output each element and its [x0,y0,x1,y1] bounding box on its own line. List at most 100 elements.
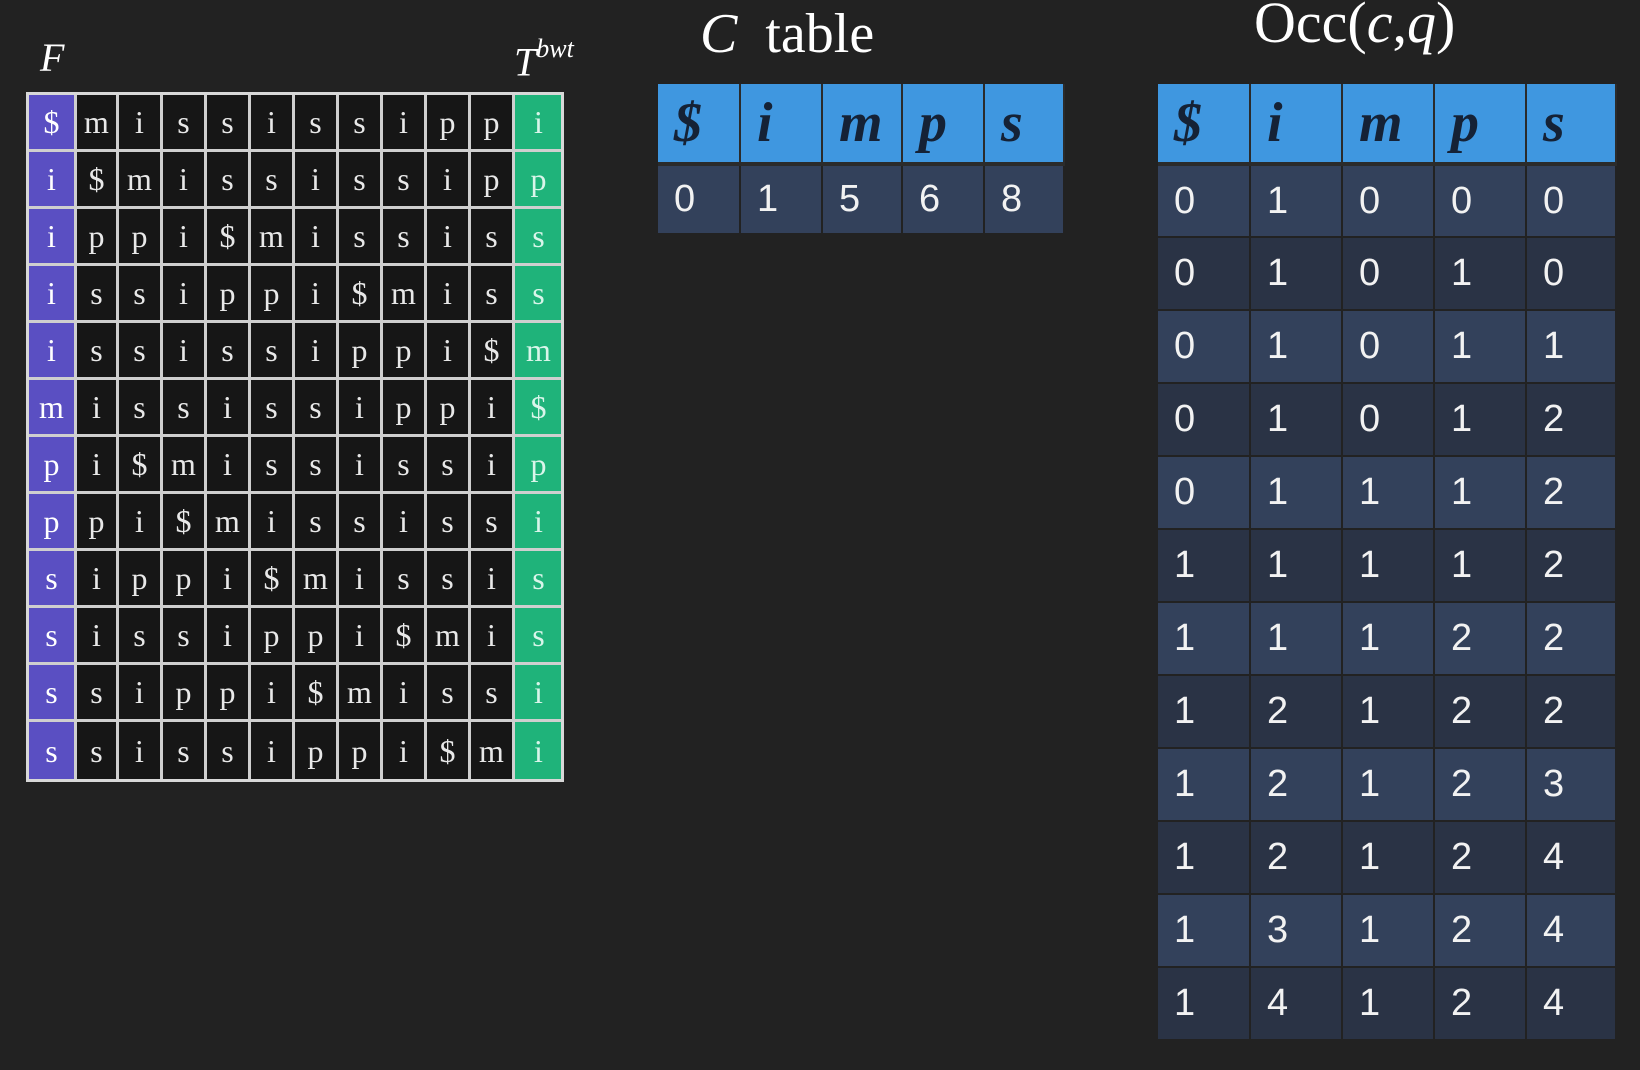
matrix-cell: $ [207,209,251,266]
occ-table-cell: 0 [1434,164,1527,238]
occ-table-cell: 1 [1434,383,1527,457]
matrix-cell: m [163,437,207,494]
matrix-f-cell: s [29,665,77,722]
matrix-cell: $ [427,722,471,779]
matrix-cell: s [119,380,163,437]
t-bwt-label-superscript: bwt [536,34,574,63]
matrix-cell: s [251,323,295,380]
matrix-cell: p [339,323,383,380]
matrix-cell: p [383,380,427,437]
matrix-f-cell: i [29,323,77,380]
occ-table-row: 01011 [1158,310,1617,384]
occ-table-cell: 1 [1342,456,1435,530]
occ-table-cell: 0 [1526,164,1617,238]
c-table-title-word: table [765,3,875,65]
occ-table-row: 01112 [1158,456,1617,530]
occ-table-cell: 2 [1434,748,1527,822]
occ-table-cell: 3 [1526,748,1617,822]
matrix-cell: s [383,437,427,494]
occ-table-body: 0100001010010110101201112111121112212122… [1158,164,1617,1041]
matrix-cell: i [295,209,339,266]
occ-table-cell: 1 [1158,748,1251,822]
matrix-cell: s [383,209,427,266]
matrix-cell: i [163,266,207,323]
occ-table-cell: 2 [1434,967,1527,1041]
matrix-cell: s [339,494,383,551]
c-table-value-cell: 1 [740,164,823,235]
c-table: $ i m p s 0 1 5 6 8 [658,84,1065,235]
occ-table-cell: 4 [1526,821,1617,895]
matrix-cell: s [119,266,163,323]
occ-table-row: 12123 [1158,748,1617,822]
occ-table-cell: 2 [1250,821,1343,895]
matrix-bwt-cell: i [515,95,561,152]
occ-table-header-cell: s [1526,84,1617,166]
occ-table-cell: 1 [1158,967,1251,1041]
matrix-cell: s [163,95,207,152]
occ-table-cell: 1 [1250,383,1343,457]
matrix-cell: s [163,608,207,665]
occ-table-cell: 0 [1158,237,1251,311]
matrix-cell: s [207,152,251,209]
matrix-cell: s [119,323,163,380]
matrix-cell: m [471,722,515,779]
matrix-cell: m [295,551,339,608]
matrix-cell: i [119,494,163,551]
t-bwt-column-label: Tbwt [514,36,574,82]
occ-table-row: 01000 [1158,164,1617,238]
occ-table-cell: 2 [1434,675,1527,749]
matrix-cell: i [471,380,515,437]
matrix-cell: s [295,380,339,437]
matrix-cell: i [295,266,339,323]
matrix-cell: s [339,209,383,266]
matrix-cell: i [77,551,119,608]
matrix-f-cell: m [29,380,77,437]
occ-table-row: 12124 [1158,821,1617,895]
matrix-cell: m [251,209,295,266]
occ-table-cell: 1 [1342,748,1435,822]
occ-table-cell: 2 [1250,675,1343,749]
matrix-cell: s [77,722,119,779]
matrix-cell: s [427,665,471,722]
matrix-cell: s [427,437,471,494]
matrix-cell: $ [251,551,295,608]
bwt-matrix: $ m i s s i s s i p p i i $ m i s s i s s i p p i p p i $ m i s s i s s i s s i… [26,92,564,782]
matrix-cell: $ [295,665,339,722]
matrix-cell: p [295,608,339,665]
matrix-cell: i [295,152,339,209]
occ-table-cell: 1 [1158,602,1251,676]
c-table-title: Ctable [700,6,874,62]
matrix-cell: p [383,323,427,380]
matrix-f-cell: i [29,209,77,266]
matrix-cell: $ [471,323,515,380]
matrix-cell: i [339,437,383,494]
matrix-cell: s [427,551,471,608]
matrix-cell: $ [339,266,383,323]
matrix-cell: p [427,95,471,152]
matrix-cell: i [163,323,207,380]
matrix-cell: s [251,380,295,437]
occ-table-row: 11112 [1158,529,1617,603]
matrix-cell: $ [77,152,119,209]
matrix-f-cell: s [29,551,77,608]
matrix-cell: s [295,95,339,152]
matrix-cell: i [77,608,119,665]
occ-table-cell: 2 [1526,675,1617,749]
matrix-f-cell: i [29,152,77,209]
matrix-cell: i [427,323,471,380]
matrix-cell: s [207,95,251,152]
matrix-cell: i [77,437,119,494]
matrix-cell: p [339,722,383,779]
matrix-bwt-cell: i [515,722,561,779]
matrix-cell: m [119,152,163,209]
matrix-cell: i [251,722,295,779]
occ-table-cell: 2 [1434,602,1527,676]
occ-table-cell: 1 [1250,456,1343,530]
matrix-cell: i [251,494,295,551]
matrix-cell: i [251,665,295,722]
matrix-cell: s [163,722,207,779]
matrix-cell: p [119,209,163,266]
occ-table-cell: 1 [1342,529,1435,603]
occ-table-header-cell: m [1342,84,1435,166]
matrix-bwt-cell: s [515,551,561,608]
